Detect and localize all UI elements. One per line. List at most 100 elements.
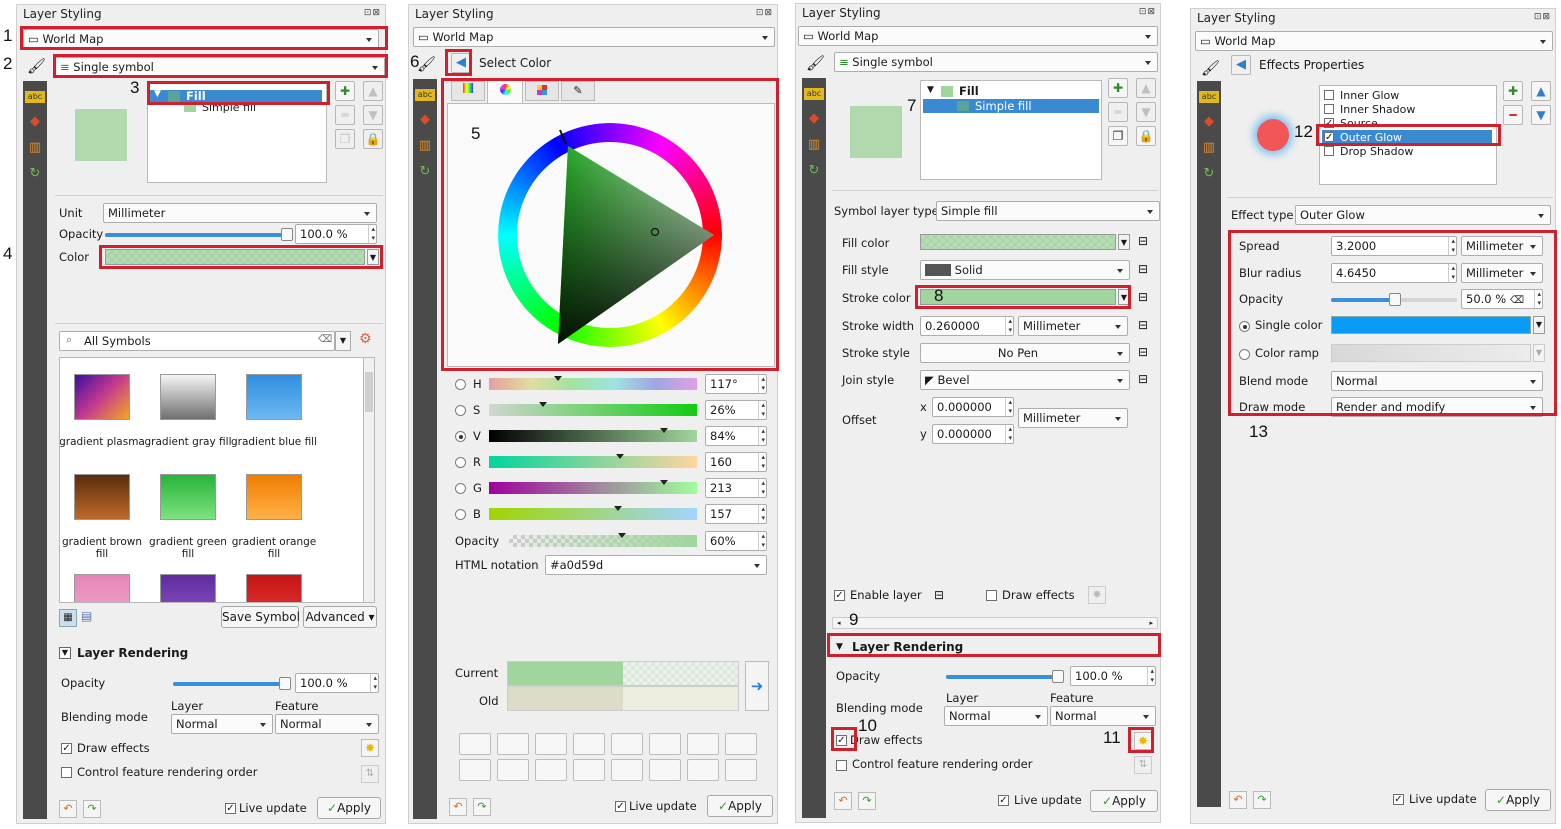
custom-swatch[interactable] <box>687 759 719 781</box>
symbol-swatch[interactable] <box>160 374 216 420</box>
remove-effect-button[interactable]: ━ <box>1503 105 1523 125</box>
list-view-button[interactable]: ▤ <box>81 609 92 623</box>
3d-icon[interactable]: ◆ <box>415 111 435 129</box>
style-manager-icon[interactable]: ⚙ <box>359 331 372 347</box>
data-defined-override-icon[interactable]: ⊟ <box>1138 234 1148 248</box>
draw-effects-checkbox[interactable]: ✓ <box>61 743 72 754</box>
symbol-list-scrollbar[interactable] <box>363 357 375 603</box>
order-settings-button[interactable]: ⇅ <box>1134 756 1152 774</box>
effect-checkbox[interactable]: ✓ <box>1324 118 1334 129</box>
effects-star-button[interactable]: ✸ <box>1134 732 1152 750</box>
diagram-icon[interactable]: ▥ <box>415 137 435 155</box>
undo-button[interactable]: ↶ <box>449 798 467 816</box>
symbol-swatch[interactable] <box>160 474 216 520</box>
live-update-checkbox[interactable]: ✓ <box>615 801 626 812</box>
glow-opacity-slider-knob[interactable] <box>1389 293 1401 306</box>
3d-icon[interactable]: ◆ <box>1199 113 1219 131</box>
advanced-button[interactable]: Advanced ▾ <box>303 606 377 628</box>
symbol-layer-tree[interactable]: ▼ Fill Simple fill <box>920 80 1102 180</box>
channel-slider-r[interactable] <box>489 454 697 468</box>
blend-mode-combo[interactable]: Normal <box>1331 371 1543 391</box>
clear-icon[interactable]: ⌫ <box>1510 295 1524 306</box>
control-order-checkbox[interactable] <box>836 760 847 771</box>
blur-unit-combo[interactable]: Millimeter <box>1461 263 1543 283</box>
scrollbar-thumb[interactable] <box>365 372 373 412</box>
renderer-combo[interactable]: ≡ Single symbol <box>834 52 1158 72</box>
tree-item-simple-fill[interactable]: Simple fill <box>202 101 256 114</box>
effect-item-label[interactable]: Inner Shadow <box>1340 103 1415 116</box>
effect-type-combo[interactable]: Outer Glow <box>1295 205 1551 225</box>
layer-combo[interactable]: ▭ World Map <box>798 26 1158 46</box>
apply-button[interactable]: ✓Apply <box>707 795 773 817</box>
data-defined-override-icon[interactable]: ⊟ <box>1138 372 1148 386</box>
channel-spinbox-v[interactable]: 84% <box>705 426 767 446</box>
paintbrush-icon[interactable]: 🖌 <box>417 55 436 73</box>
control-order-checkbox[interactable] <box>61 767 72 778</box>
custom-swatch[interactable] <box>573 733 605 755</box>
channel-spinbox-h[interactable]: 117° <box>705 374 767 394</box>
effects-list[interactable]: Inner Glow Inner Shadow ✓ Source ✓ Outer Glow… <box>1319 85 1497 185</box>
apply-button[interactable]: ✓Apply <box>1090 790 1158 812</box>
color-wheel-area[interactable] <box>447 103 775 367</box>
redo-button[interactable]: ↷ <box>858 792 876 810</box>
channel-marker[interactable] <box>659 480 668 485</box>
data-defined-override-icon[interactable]: ⊟ <box>1138 345 1148 359</box>
layer-combo[interactable]: ▭ World Map <box>23 29 379 49</box>
effect-checkbox[interactable]: ✓ <box>1324 132 1334 143</box>
channel-spinbox-r[interactable]: 160 <box>705 452 767 472</box>
undo-button[interactable]: ↶ <box>834 792 852 810</box>
channel-radio-v[interactable] <box>455 431 466 442</box>
labels-icon[interactable]: abc <box>25 91 45 103</box>
scroll-left-icon[interactable]: ◂ <box>837 618 841 628</box>
custom-swatch[interactable] <box>535 759 567 781</box>
tab-color-sampler[interactable]: ✎ <box>561 81 595 101</box>
dock-window-buttons[interactable]: ⊡⊠ <box>364 8 381 18</box>
color-dropdown-arrow-icon[interactable]: ▼ <box>367 249 379 265</box>
blend-feature-combo[interactable]: Normal <box>1050 706 1156 726</box>
join-style-combo[interactable]: ◤ Bevel <box>920 370 1130 390</box>
undo-button[interactable]: ↶ <box>59 800 77 818</box>
channel-radio-h[interactable] <box>455 379 466 390</box>
blend-feature-combo[interactable]: Normal <box>275 714 379 734</box>
symbol-library-grid[interactable]: gradient plasma gradient gray fill gradien… <box>59 357 375 603</box>
custom-swatch[interactable] <box>611 759 643 781</box>
layer-combo[interactable]: ▭ World Map <box>1195 31 1553 51</box>
draw-effects-checkbox[interactable]: ✓ <box>836 735 847 746</box>
layer-rendering-header[interactable]: Layer Rendering <box>77 646 188 660</box>
custom-swatch[interactable] <box>459 759 491 781</box>
symbol-layer-type-combo[interactable]: Simple fill <box>936 201 1160 221</box>
duplicate-button[interactable]: ❐ <box>1108 126 1128 146</box>
custom-swatch[interactable] <box>497 759 529 781</box>
custom-swatch[interactable] <box>459 733 491 755</box>
color-wheel-svg[interactable] <box>448 104 774 366</box>
color-ramp-button[interactable] <box>1331 344 1531 362</box>
symbols-filter-dropdown[interactable]: ▼ <box>335 331 351 351</box>
color-ramp-dropdown-icon[interactable]: ▼ <box>1533 344 1545 362</box>
fill-color-dropdown-icon[interactable]: ▼ <box>1118 234 1130 250</box>
channel-spinbox-s[interactable]: 26% <box>705 400 767 420</box>
opacity-spinbox[interactable]: 60% <box>705 531 767 551</box>
lock-button[interactable]: 🔒 <box>1136 126 1156 146</box>
custom-swatch[interactable] <box>573 759 605 781</box>
color-ramp-radio[interactable] <box>1239 349 1250 360</box>
tab-color-wheel[interactable] <box>487 79 523 103</box>
collapse-arrow-icon[interactable]: ▼ <box>836 642 843 652</box>
spread-spinbox[interactable]: 3.2000 <box>1331 236 1457 256</box>
channel-marker[interactable] <box>616 454 625 459</box>
symbol-swatch[interactable] <box>74 374 130 420</box>
symbol-layer-tree[interactable]: ▼ Fill Simple fill <box>147 83 327 183</box>
custom-swatch[interactable] <box>649 759 681 781</box>
custom-swatch[interactable] <box>687 733 719 755</box>
effect-checkbox[interactable] <box>1324 104 1334 114</box>
move-up-button[interactable]: ▲ <box>363 81 383 101</box>
history-icon[interactable]: ↻ <box>25 165 45 183</box>
labels-icon[interactable]: abc <box>804 88 824 100</box>
move-up-button[interactable]: ▲ <box>1136 78 1156 98</box>
blend-layer-combo[interactable]: Normal <box>171 714 273 734</box>
history-icon[interactable]: ↻ <box>804 162 824 180</box>
html-notation-field[interactable]: #a0d59d <box>545 555 767 575</box>
history-icon[interactable]: ↻ <box>1199 165 1219 183</box>
tree-item-fill[interactable]: Fill <box>959 84 979 98</box>
redo-button[interactable]: ↷ <box>473 798 491 816</box>
save-symbol-button[interactable]: Save Symbol <box>221 606 300 628</box>
